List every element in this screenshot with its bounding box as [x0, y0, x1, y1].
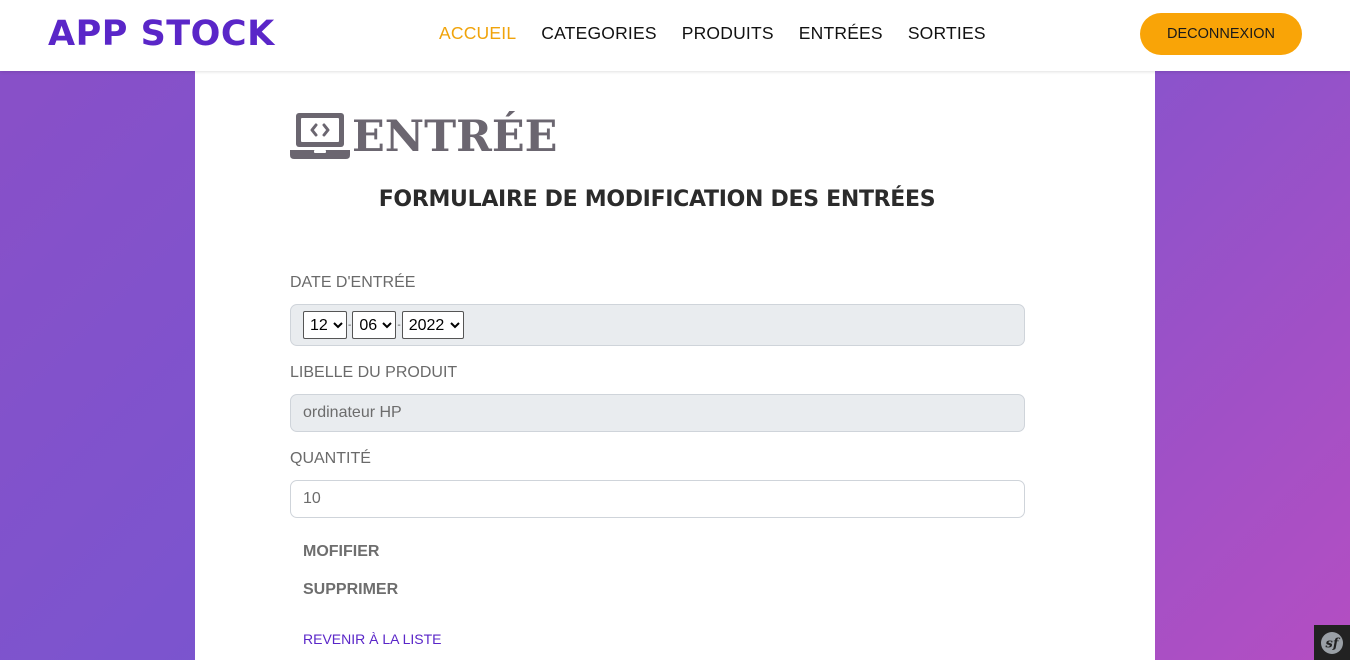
page-title-text: ENTRÉE: [352, 112, 558, 162]
date-label: DATE D'ENTRÉE: [290, 274, 416, 291]
date-separator: -: [348, 319, 352, 331]
nav-item-entrees[interactable]: ENTRÉES: [799, 22, 883, 44]
date-field: 12 - 06 - 2022: [290, 304, 1025, 346]
year-select[interactable]: 2022: [401, 311, 464, 339]
product-field: ordinateur HP: [290, 394, 1025, 432]
laptop-code-icon: [290, 113, 350, 159]
product-label: LIBELLE DU PRODUIT: [290, 364, 458, 381]
app-logo[interactable]: APP STOCK: [48, 14, 275, 54]
logout-button[interactable]: DECONNEXION: [1140, 13, 1302, 55]
nav-item-produits[interactable]: PRODUITS: [682, 22, 774, 44]
nav-item-sorties[interactable]: SORTIES: [908, 22, 986, 44]
page-title: ENTRÉE: [290, 111, 557, 161]
symfony-icon: sf: [1321, 631, 1343, 654]
nav-item-categories[interactable]: CATEGORIES: [541, 22, 656, 44]
symfony-toolbar-toggle[interactable]: sf: [1314, 625, 1350, 660]
main-nav: ACCUEIL CATEGORIES PRODUITS ENTRÉES SORT…: [439, 22, 986, 44]
date-separator: -: [397, 319, 401, 331]
form-heading: FORMULAIRE DE MODIFICATION DES ENTRÉES: [378, 187, 936, 212]
main-content: ENTRÉE FORMULAIRE DE MODIFICATION DES EN…: [195, 71, 1155, 660]
month-select[interactable]: 06: [352, 311, 397, 339]
quantity-input[interactable]: [290, 480, 1025, 518]
modify-button[interactable]: MOFIFIER: [303, 543, 379, 561]
nav-item-accueil[interactable]: ACCUEIL: [439, 22, 516, 44]
quantity-label: QUANTITÉ: [290, 450, 371, 467]
back-to-list-link[interactable]: REVENIR À LA LISTE: [303, 631, 442, 647]
delete-button[interactable]: SUPPRIMER: [303, 581, 398, 599]
day-select[interactable]: 12: [303, 311, 347, 339]
top-navbar: APP STOCK ACCUEIL CATEGORIES PRODUITS EN…: [0, 0, 1350, 71]
